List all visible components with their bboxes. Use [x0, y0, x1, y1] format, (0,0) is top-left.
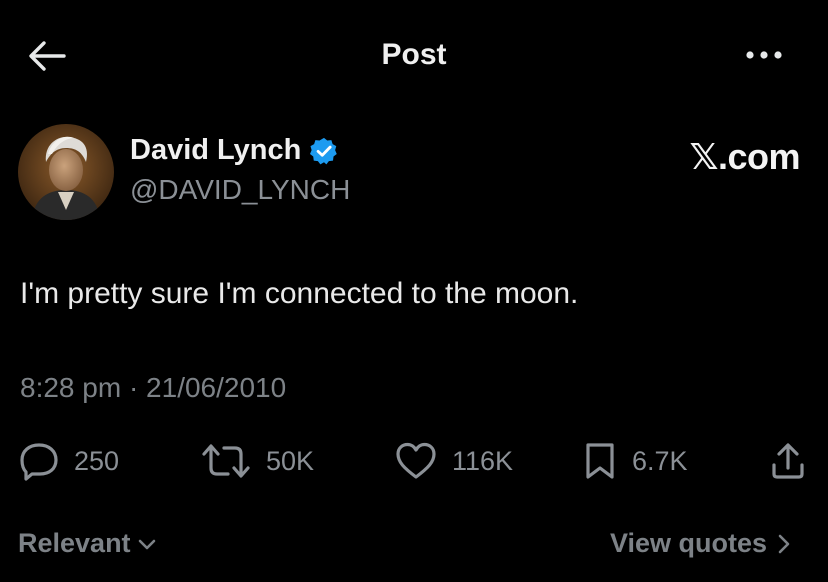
bookmark-count: 6.7K: [632, 445, 688, 476]
share-icon: [772, 443, 804, 479]
page-title: Post: [381, 38, 447, 71]
bookmark-button[interactable]: 6.7K: [582, 438, 688, 484]
reply-icon: [20, 443, 58, 481]
sort-label: Relevant: [18, 528, 131, 558]
repost-button[interactable]: 50K: [200, 438, 314, 484]
view-quotes-label: View quotes: [610, 528, 768, 558]
reply-button[interactable]: 250: [18, 438, 119, 484]
author-name: David Lynch: [130, 134, 302, 166]
post-timestamp[interactable]: 8:28 pm · 21/06/2010: [20, 372, 286, 404]
repost-icon: [202, 444, 250, 478]
heart-icon: [396, 442, 436, 479]
like-count: 116K: [452, 445, 514, 476]
post-text: I'm pretty sure I'm connected to the moo…: [20, 277, 579, 310]
verified-badge-icon: [310, 137, 338, 164]
sort-replies-dropdown[interactable]: Relevant: [18, 528, 157, 559]
watermark: 𝕏.com: [689, 136, 800, 177]
avatar[interactable]: [18, 124, 114, 220]
view-quotes-link[interactable]: View quotes: [610, 528, 791, 559]
more-horizontal-icon: [746, 51, 782, 59]
chevron-down-icon: [138, 539, 155, 549]
reply-count: 250: [74, 445, 120, 476]
chevron-right-icon: [778, 534, 790, 553]
repost-count: 50K: [266, 445, 315, 476]
author-handle[interactable]: @DAVID_LYNCH: [130, 174, 350, 206]
author-name-row[interactable]: David Lynch: [130, 134, 339, 167]
like-button[interactable]: 116K: [394, 438, 513, 484]
more-options-button[interactable]: [742, 40, 786, 70]
bookmark-icon: [586, 443, 614, 479]
avatar-image: [18, 124, 114, 220]
share-button[interactable]: [768, 438, 808, 484]
